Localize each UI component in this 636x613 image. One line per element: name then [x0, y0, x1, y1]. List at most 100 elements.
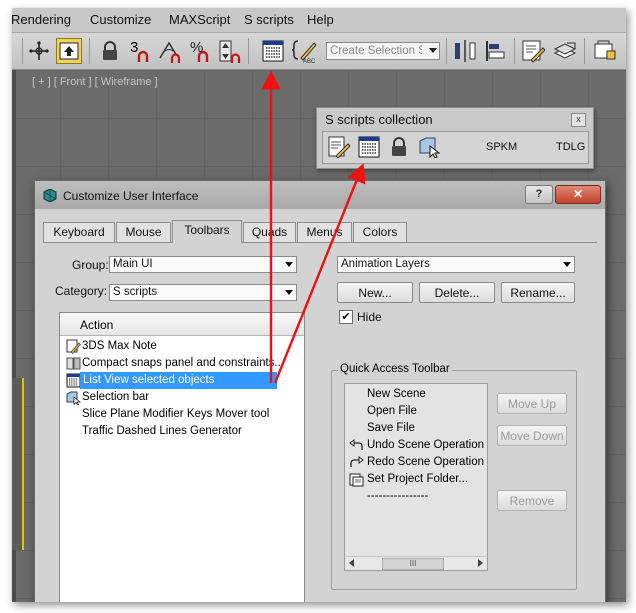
action-item[interactable]: Selection bar	[66, 389, 296, 406]
dialog-titlebar[interactable]: Customize User Interface ? ✕	[35, 181, 605, 209]
quick-access-item-label: Open File	[367, 405, 417, 417]
menu-help[interactable]: Help	[307, 12, 334, 27]
floating-toolbar-title: S scripts collection	[325, 112, 433, 127]
menu-bar: Rendering Customize MAXScript S scripts …	[12, 8, 626, 33]
action-list[interactable]: Action 3DS Max Note Compact snaps panel …	[59, 312, 305, 602]
action-item-selected[interactable]: List View selected objects	[66, 372, 296, 389]
delete-toolbar-button[interactable]: Delete...	[419, 282, 495, 303]
help-button[interactable]: ?	[525, 185, 553, 204]
quick-access-title: Quick Access Toolbar	[338, 363, 452, 375]
lock-icon[interactable]	[386, 135, 412, 159]
selection-set-combo[interactable]: Create Selection Se	[326, 42, 440, 60]
toolbar-separator	[446, 38, 447, 64]
edit-script-icon[interactable]	[520, 38, 546, 64]
quick-access-item-label: Set Project Folder...	[367, 473, 468, 485]
group-select[interactable]: Main UI	[109, 256, 297, 273]
quick-access-item[interactable]: Open File	[349, 403, 487, 420]
menu-maxscript[interactable]: MAXScript	[169, 12, 230, 27]
quick-access-separator-item[interactable]: ----------------	[349, 488, 487, 505]
category-select-value: S scripts	[113, 286, 158, 298]
toolbar-separator	[89, 38, 90, 64]
project-folder-icon	[349, 473, 364, 487]
redo-icon	[350, 456, 364, 467]
select-move-icon[interactable]	[26, 38, 52, 64]
toolbar-select-value: Animation Layers	[341, 258, 430, 270]
action-list-header[interactable]: Action	[60, 313, 304, 336]
dialog-close-button[interactable]: ✕	[555, 185, 601, 204]
chevron-down-icon	[285, 262, 293, 267]
menu-rendering[interactable]: Rendering	[12, 12, 71, 27]
quick-access-item[interactable]: Undo Scene Operation	[349, 437, 487, 454]
hide-label: Hide	[357, 310, 382, 324]
quick-access-scrollbar[interactable]: III	[346, 556, 486, 570]
tab-menus[interactable]: Menus	[297, 222, 352, 242]
category-select[interactable]: S scripts	[109, 284, 297, 301]
spkm-button[interactable]: SPKM	[486, 141, 517, 153]
rename-toolbar-button[interactable]: Rename...	[501, 282, 575, 303]
action-item[interactable]: Slice Plane Modifier Keys Mover tool	[66, 406, 296, 423]
action-item[interactable]: 3DS Max Note	[66, 338, 296, 355]
move-up-button[interactable]: Move Up	[497, 393, 567, 414]
chevron-down-icon	[285, 290, 293, 295]
toolbar-select[interactable]: Animation Layers	[337, 256, 575, 273]
quick-access-item-label: Redo Scene Operation	[367, 456, 484, 468]
hide-checkbox[interactable]: ✔	[339, 310, 353, 324]
close-icon[interactable]: x	[571, 113, 586, 127]
toolbar-separator	[514, 38, 515, 64]
spinner-snap-icon[interactable]	[217, 38, 243, 64]
tab-toolbars[interactable]: Toolbars	[172, 220, 242, 243]
angle-snap-icon[interactable]	[157, 38, 183, 64]
snap-panel-icon	[66, 357, 81, 370]
new-toolbar-button[interactable]: New...	[337, 282, 413, 303]
edit-note-icon[interactable]	[326, 135, 352, 159]
quick-access-list[interactable]: New Scene Open File Save File Undo Scene…	[344, 383, 488, 571]
render-icon[interactable]	[592, 38, 618, 64]
list-view-icon[interactable]	[356, 135, 382, 159]
quick-access-item[interactable]: Set Project Folder...	[349, 471, 487, 488]
selection-set-placeholder: Create Selection Se	[330, 45, 422, 57]
quick-access-item[interactable]: Save File	[349, 420, 487, 437]
lock-icon[interactable]	[97, 38, 123, 64]
chevron-down-icon	[429, 48, 437, 53]
viewport-label[interactable]: [ + ] [ Front ] [ Wireframe ]	[32, 76, 158, 88]
percent-snap-icon[interactable]: %	[187, 38, 213, 64]
quick-access-group: Quick Access Toolbar New Scene Open File…	[331, 363, 577, 590]
left-viewport-border	[12, 378, 24, 550]
snap-3d-icon[interactable]: 3	[127, 38, 153, 64]
group-label: Group:	[72, 258, 109, 272]
s-scripts-floating-toolbar[interactable]: S scripts collection x SPKM TDLG	[316, 107, 594, 169]
remove-button[interactable]: Remove	[497, 490, 567, 511]
selection-bar-icon	[66, 391, 81, 405]
action-item[interactable]: Traffic Dashed Lines Generator	[66, 423, 296, 440]
quick-access-item-label: ----------------	[367, 490, 429, 502]
quick-access-item[interactable]: New Scene	[349, 386, 487, 403]
layer-icon[interactable]	[552, 38, 578, 64]
action-item-label: Selection bar	[82, 391, 150, 403]
menu-s-scripts[interactable]: S scripts	[244, 12, 294, 27]
move-down-button[interactable]: Move Down	[497, 425, 567, 446]
list-view-script-icon[interactable]	[260, 38, 286, 64]
chevron-down-icon	[563, 262, 571, 267]
select-object-icon[interactable]	[56, 38, 82, 64]
tab-quads[interactable]: Quads	[243, 222, 296, 242]
action-item[interactable]: Compact snaps panel and constraints...	[66, 355, 296, 372]
edit-named-selection-icon[interactable]: ABC	[292, 38, 318, 64]
menu-customize[interactable]: Customize	[90, 12, 151, 27]
scroll-left-icon[interactable]	[349, 559, 354, 567]
align-icon[interactable]	[482, 38, 508, 64]
app-window: Rendering Customize MAXScript S scripts …	[12, 8, 626, 602]
toolbar-separator	[584, 38, 585, 64]
floating-toolbar-buttons: SPKM TDLG	[322, 131, 589, 164]
scroll-right-icon[interactable]	[478, 559, 483, 567]
quick-access-item[interactable]: Redo Scene Operation	[349, 454, 487, 471]
tdlg-button[interactable]: TDLG	[556, 141, 585, 153]
quick-access-item-label: Undo Scene Operation	[367, 439, 484, 451]
tab-keyboard[interactable]: Keyboard	[43, 222, 115, 242]
selection-bar-icon[interactable]	[416, 135, 442, 159]
tab-colors[interactable]: Colors	[353, 222, 407, 242]
toolbar-separator	[248, 38, 249, 64]
toolbar-separator	[22, 38, 23, 64]
tab-mouse[interactable]: Mouse	[116, 222, 171, 242]
scroll-thumb[interactable]: III	[382, 558, 444, 570]
mirror-icon[interactable]	[452, 38, 478, 64]
